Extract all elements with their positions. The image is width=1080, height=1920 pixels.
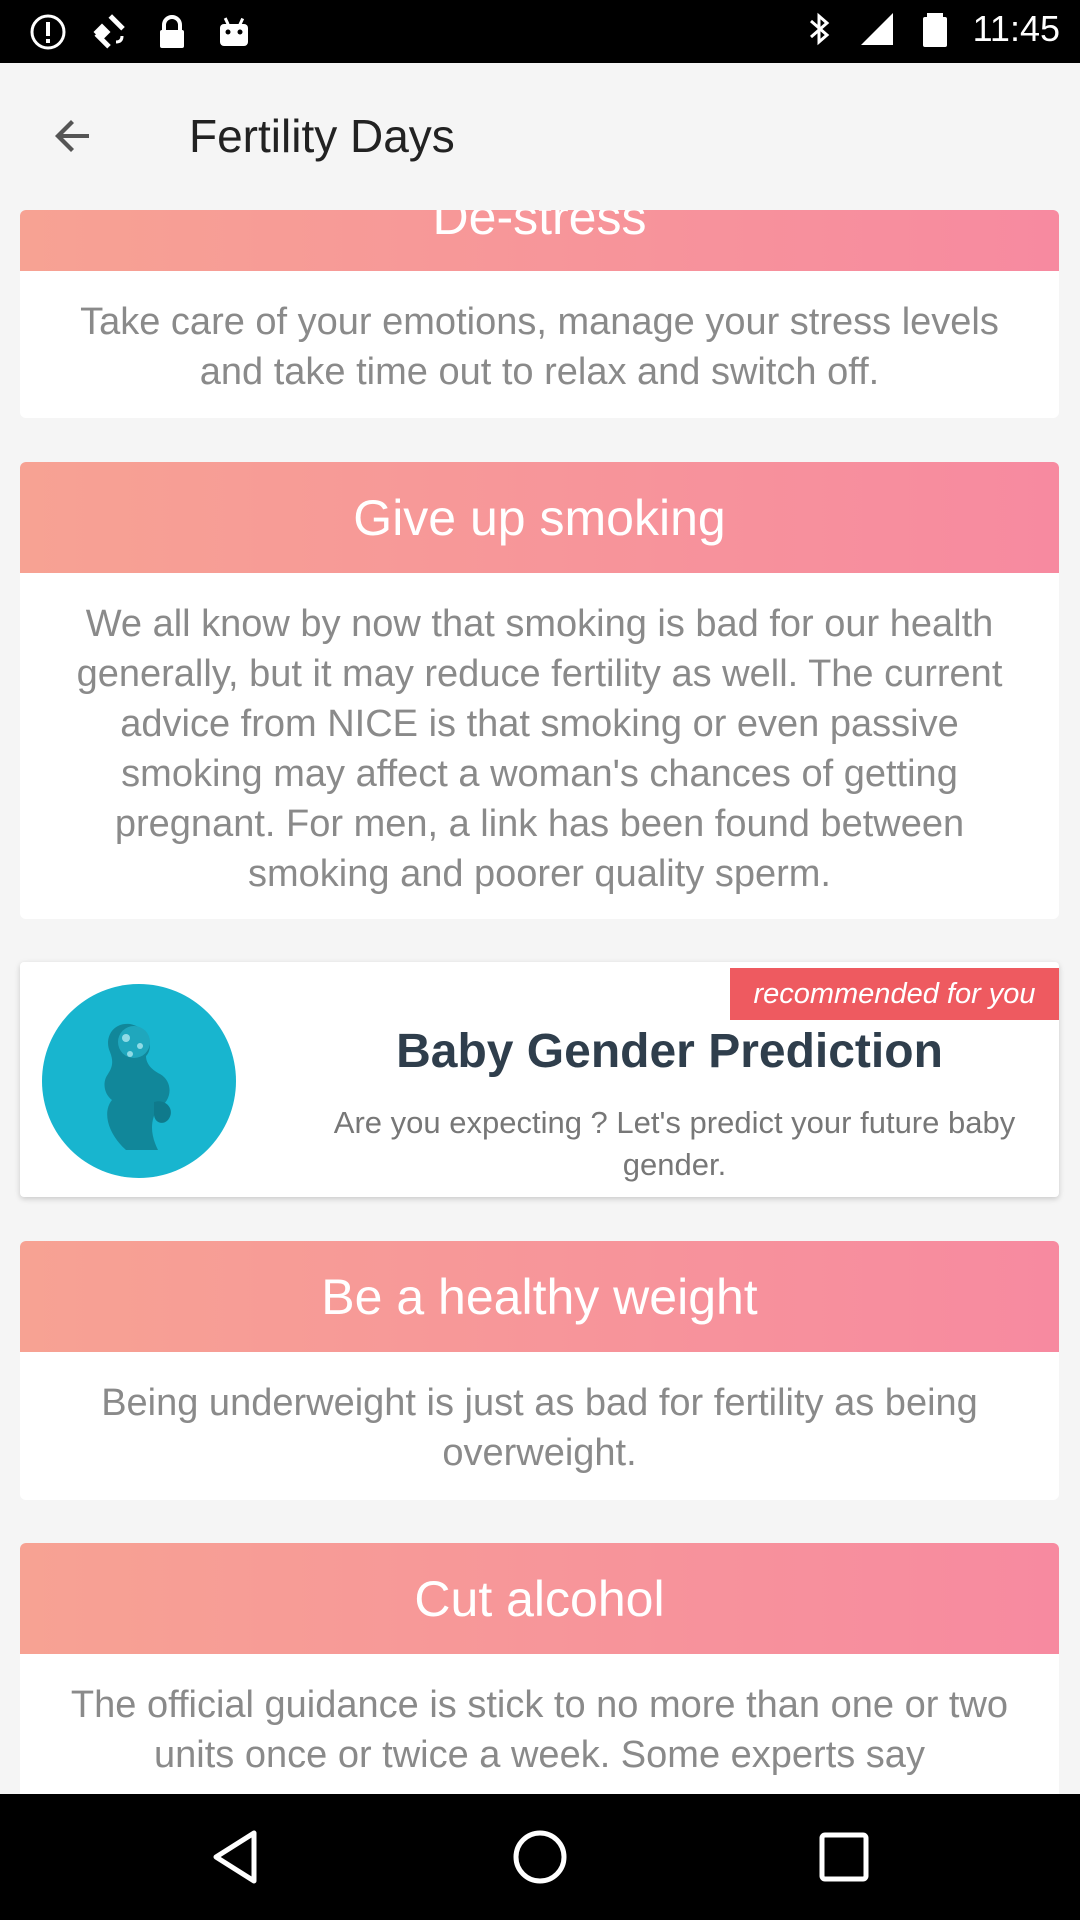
page-title: Fertility Days — [189, 110, 455, 162]
tip-title: Be a healthy weight — [321, 1268, 758, 1325]
tip-card-healthy-weight: Be a healthy weight Being underweight is… — [20, 1241, 1059, 1500]
back-triangle-icon[interactable] — [206, 1827, 266, 1887]
battery-icon — [922, 13, 947, 47]
tips-list[interactable]: De-stress Take care of your emotions, ma… — [0, 210, 1080, 1794]
android-icon — [220, 17, 248, 46]
app-bar: Fertility Days — [0, 63, 1080, 210]
tip-card-header: Give up smoking — [20, 462, 1059, 573]
tip-body: Being underweight is just as bad for fer… — [101, 1382, 978, 1474]
tip-card-header: Be a healthy weight — [20, 1241, 1059, 1352]
baby-gender-prediction-promo[interactable]: recommended for you Baby Gender Predicti… — [20, 962, 1059, 1197]
tip-card-give-up-smoking: Give up smoking We all know by now that … — [20, 462, 1059, 919]
pregnant-silhouette-icon — [42, 984, 236, 1178]
signal-icon — [860, 13, 893, 45]
promo-description: Are you expecting ? Let's predict your f… — [333, 1105, 1016, 1182]
tip-card-header: De-stress — [20, 210, 1059, 271]
fake-gps-icon — [93, 14, 125, 49]
back-button[interactable] — [40, 103, 106, 169]
lock-icon — [160, 15, 184, 48]
tip-card-cut-alcohol: Cut alcohol The official guidance is sti… — [20, 1543, 1059, 1794]
alert-icon — [30, 14, 66, 50]
home-circle-icon[interactable] — [510, 1827, 570, 1887]
status-bar: 11:45 — [0, 0, 1080, 63]
recents-square-icon[interactable] — [814, 1827, 874, 1887]
tip-card-de-stress: De-stress Take care of your emotions, ma… — [20, 210, 1059, 418]
recommended-tag: recommended for you — [730, 968, 1059, 1020]
tip-body: The official guidance is stick to no mor… — [70, 1684, 1009, 1776]
system-nav-bar — [0, 1794, 1080, 1920]
tip-title: De-stress — [432, 210, 647, 245]
status-left-icons — [28, 12, 254, 52]
tip-card-header: Cut alcohol — [20, 1543, 1059, 1654]
promo-title: Baby Gender Prediction — [396, 1025, 943, 1078]
tip-title: Cut alcohol — [414, 1570, 665, 1627]
tip-body: Take care of your emotions, manage your … — [80, 301, 999, 393]
pregnant-silhouette-graphic — [104, 1023, 171, 1150]
tip-body: We all know by now that smoking is bad f… — [76, 603, 1003, 895]
status-right-icons: 11:45 — [799, 8, 1060, 50]
status-time: 11:45 — [972, 8, 1060, 49]
bluetooth-icon — [809, 12, 829, 46]
tip-title: Give up smoking — [353, 489, 726, 546]
arrow-back-icon — [55, 120, 89, 152]
